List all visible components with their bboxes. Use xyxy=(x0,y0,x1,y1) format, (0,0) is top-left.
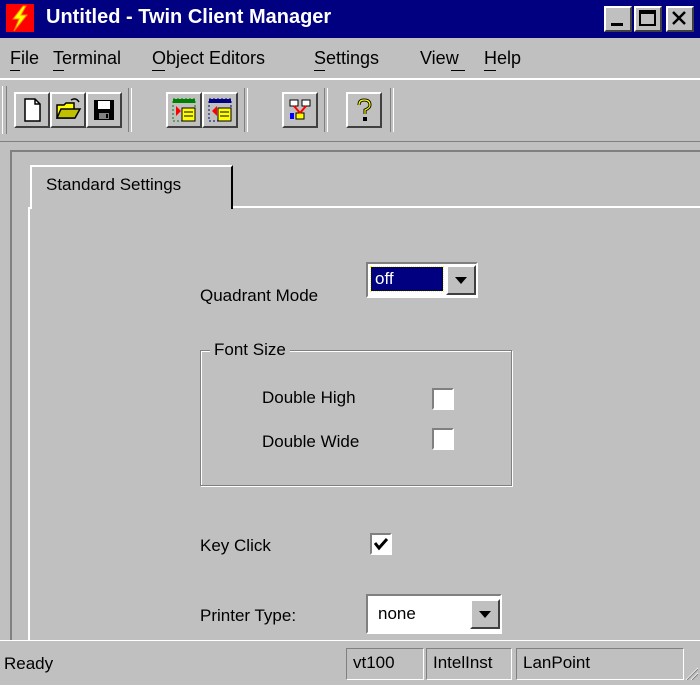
client-edge xyxy=(10,150,700,152)
save-disk-icon xyxy=(94,100,114,120)
status-panel-network: LanPoint xyxy=(516,648,684,680)
client-edge xyxy=(10,150,12,640)
printer-type-select[interactable]: none xyxy=(366,594,502,634)
double-wide-label: Double Wide xyxy=(262,432,360,451)
printer-type-label: Printer Type: xyxy=(200,606,297,625)
key-click-label: Key Click xyxy=(200,536,271,555)
size-grip-icon[interactable] xyxy=(682,664,699,681)
tab-label: Standard Settings xyxy=(46,175,182,194)
maximize-button[interactable] xyxy=(634,6,662,32)
tab-panel-edge xyxy=(28,207,30,647)
download-button[interactable] xyxy=(166,92,202,128)
lightning-bolt-icon[interactable] xyxy=(6,4,34,32)
chevron-down-icon xyxy=(479,611,491,618)
quadrant-mode-dropdown-button[interactable] xyxy=(446,265,476,295)
mnemonic-underline xyxy=(152,70,165,71)
download-to-terminal-icon xyxy=(172,98,196,122)
double-high-checkbox[interactable] xyxy=(432,388,454,410)
upload-from-terminal-icon xyxy=(208,98,232,122)
close-button[interactable] xyxy=(666,6,694,32)
toolbar-separator xyxy=(244,88,248,132)
help-question-icon xyxy=(357,98,372,121)
key-click-checkbox[interactable] xyxy=(370,533,392,555)
window-title: Untitled - Twin Client Manager xyxy=(46,6,332,28)
font-size-group xyxy=(200,350,512,486)
menu-file[interactable]: File xyxy=(10,48,39,69)
tab-strip-line xyxy=(232,206,700,208)
mnemonic-underline xyxy=(451,70,465,71)
upload-button[interactable] xyxy=(202,92,238,128)
menu-help[interactable]: Help xyxy=(484,48,521,69)
network-tree-icon xyxy=(289,99,311,120)
mnemonic-underline xyxy=(10,70,20,71)
menu-view[interactable]: View xyxy=(420,48,459,69)
status-text: Ready xyxy=(4,654,54,673)
quadrant-mode-value: off xyxy=(375,269,394,288)
open-folder-icon xyxy=(55,98,82,119)
quadrant-mode-selection: off xyxy=(370,266,444,292)
toolbar-grip[interactable] xyxy=(2,86,7,134)
tab-standard-settings[interactable]: Standard Settings xyxy=(30,165,233,209)
quadrant-mode-label: Quadrant Mode xyxy=(200,286,319,305)
menu-terminal[interactable]: Terminal xyxy=(53,48,121,69)
open-button[interactable] xyxy=(50,92,86,128)
new-document-icon xyxy=(24,98,41,122)
toolbar-separator xyxy=(128,88,132,132)
new-button[interactable] xyxy=(14,92,50,128)
status-panel-inst: IntelInst xyxy=(426,648,512,680)
chevron-down-icon xyxy=(455,277,467,284)
status-panel-terminal: vt100 xyxy=(346,648,424,680)
font-size-group-title: Font Size xyxy=(210,340,290,360)
mnemonic-underline xyxy=(314,70,325,71)
menu-settings[interactable]: Settings xyxy=(314,48,379,69)
checkmark-icon xyxy=(373,538,389,551)
mnemonic-underline xyxy=(484,70,496,71)
quadrant-mode-select[interactable]: off xyxy=(366,262,478,298)
minimize-button[interactable] xyxy=(604,6,632,32)
printer-type-value: none xyxy=(378,604,416,623)
title-bar[interactable]: Untitled - Twin Client Manager xyxy=(0,0,700,38)
network-button[interactable] xyxy=(282,92,318,128)
double-high-label: Double High xyxy=(262,388,356,407)
save-button[interactable] xyxy=(86,92,122,128)
menu-object-editors[interactable]: Object Editors xyxy=(152,48,265,69)
printer-type-dropdown-button[interactable] xyxy=(470,599,500,629)
toolbar-separator xyxy=(324,88,328,132)
double-wide-checkbox[interactable] xyxy=(432,428,454,450)
toolbar-separator xyxy=(390,88,394,132)
mnemonic-underline xyxy=(53,70,64,71)
help-button[interactable] xyxy=(346,92,382,128)
